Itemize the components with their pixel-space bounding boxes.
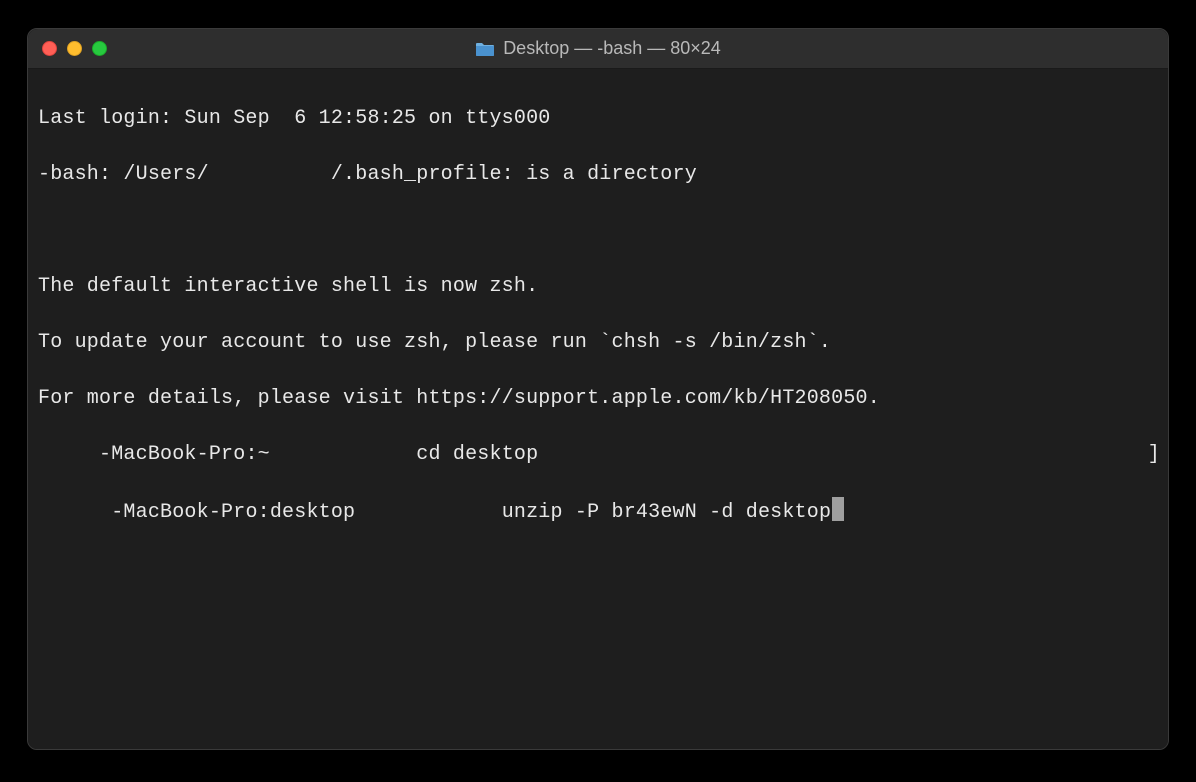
shell-command: unzip -P br43ewN -d desktop (502, 501, 831, 524)
gap (367, 501, 501, 524)
prompt-line: -MacBook-Pro:~ cd desktop] (38, 441, 1158, 469)
terminal-line (38, 217, 1158, 245)
terminal-line: To update your account to use zsh, pleas… (38, 329, 1158, 357)
shell-prompt: -MacBook-Pro:~ (99, 443, 282, 466)
line-wrap-bracket: ] (1148, 441, 1160, 469)
prompt-line: -MacBook-Pro:desktop unzip -P br43ewN -d… (38, 497, 1158, 527)
traffic-lights (28, 41, 107, 56)
shell-prompt: -MacBook-Pro:desktop (111, 501, 367, 524)
terminal-line: -bash: /Users/ /.bash_profile: is a dire… (38, 161, 1158, 189)
indent (38, 443, 99, 466)
gap (282, 443, 416, 466)
window-title: Desktop — -bash — 80×24 (28, 38, 1168, 59)
shell-command: cd desktop (416, 443, 538, 466)
terminal-body[interactable]: Last login: Sun Sep 6 12:58:25 on ttys00… (28, 69, 1168, 749)
minimize-button[interactable] (67, 41, 82, 56)
folder-icon (475, 41, 495, 57)
indent (38, 501, 111, 524)
maximize-button[interactable] (92, 41, 107, 56)
terminal-line: Last login: Sun Sep 6 12:58:25 on ttys00… (38, 105, 1158, 133)
terminal-window: Desktop — -bash — 80×24 Last login: Sun … (27, 28, 1169, 750)
cursor (832, 497, 844, 521)
window-title-text: Desktop — -bash — 80×24 (503, 38, 721, 59)
close-button[interactable] (42, 41, 57, 56)
terminal-line: The default interactive shell is now zsh… (38, 273, 1158, 301)
terminal-line: For more details, please visit https://s… (38, 385, 1158, 413)
title-bar: Desktop — -bash — 80×24 (28, 29, 1168, 69)
